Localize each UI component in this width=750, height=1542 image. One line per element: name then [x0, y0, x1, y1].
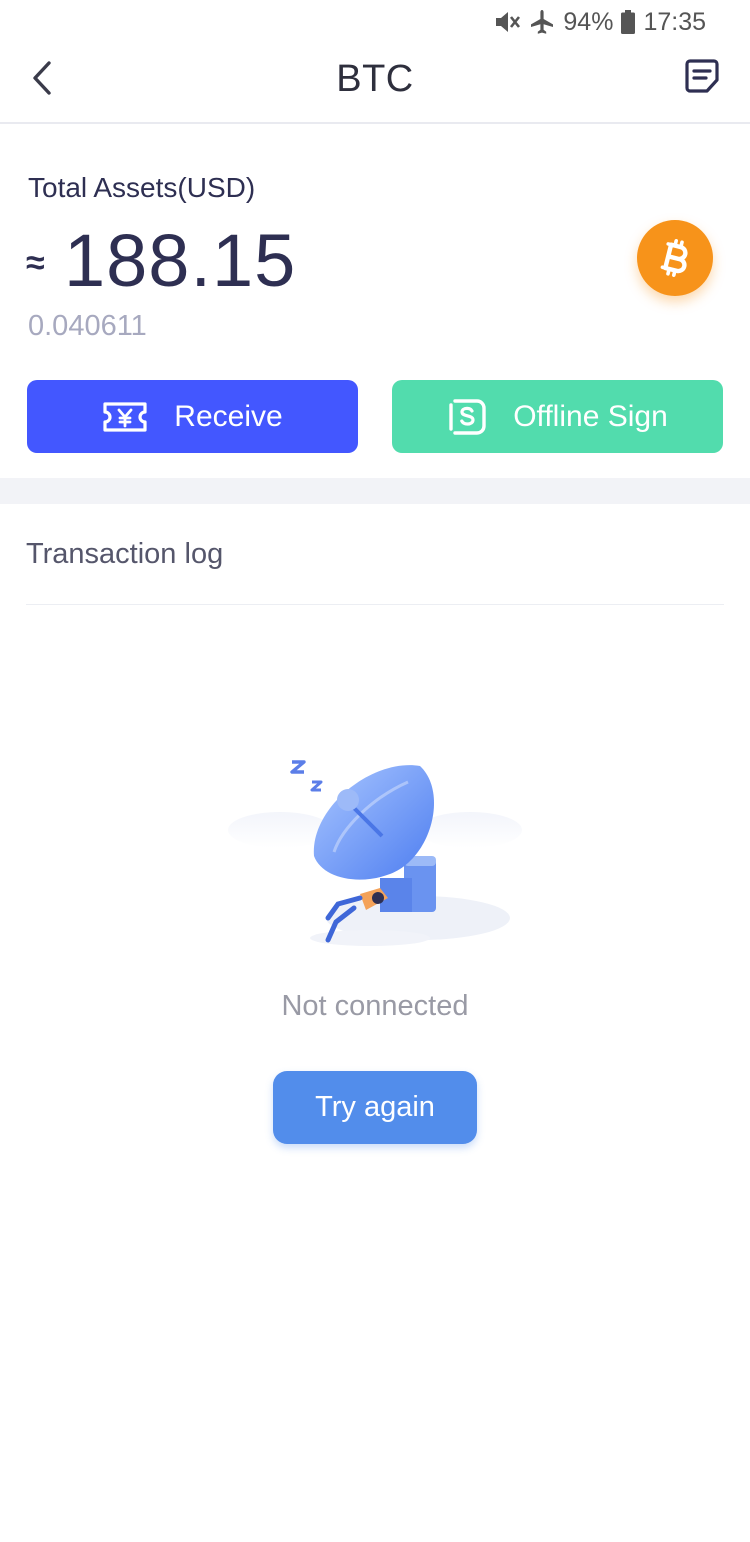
transaction-log-title: Transaction log — [26, 538, 224, 570]
divider — [26, 604, 724, 605]
bitcoin-icon — [637, 220, 713, 296]
page-title: BTC — [336, 58, 414, 100]
status-bar: 94% 17:35 — [0, 0, 750, 44]
battery-icon — [621, 10, 636, 34]
try-again-button[interactable]: Try again — [273, 1071, 477, 1144]
total-assets-label: Total Assets(USD) — [28, 172, 256, 203]
airplane-icon — [529, 9, 555, 35]
approx-symbol: ≈ — [26, 244, 45, 282]
receive-label: Receive — [174, 399, 283, 433]
nav-bar: BTC — [0, 44, 750, 124]
battery-percent: 94% — [563, 7, 614, 36]
document-lines-icon — [685, 59, 719, 93]
receive-button[interactable]: Receive — [27, 380, 358, 453]
sign-s-icon — [449, 398, 486, 435]
empty-state-text: Not connected — [281, 990, 469, 1022]
clock: 17:35 — [643, 7, 706, 36]
offline-sign-label: Offline Sign — [513, 399, 668, 433]
btc-balance: 0.040611 — [28, 310, 147, 342]
disconnected-illustration — [222, 748, 528, 958]
log-button[interactable] — [684, 58, 724, 98]
offline-sign-button[interactable]: Offline Sign — [392, 380, 723, 453]
ticket-yen-icon — [103, 401, 147, 432]
section-divider — [0, 478, 750, 504]
mute-icon — [493, 9, 521, 35]
usd-balance: 188.15 — [64, 219, 297, 302]
status-icons: 94% 17:35 — [493, 6, 706, 38]
